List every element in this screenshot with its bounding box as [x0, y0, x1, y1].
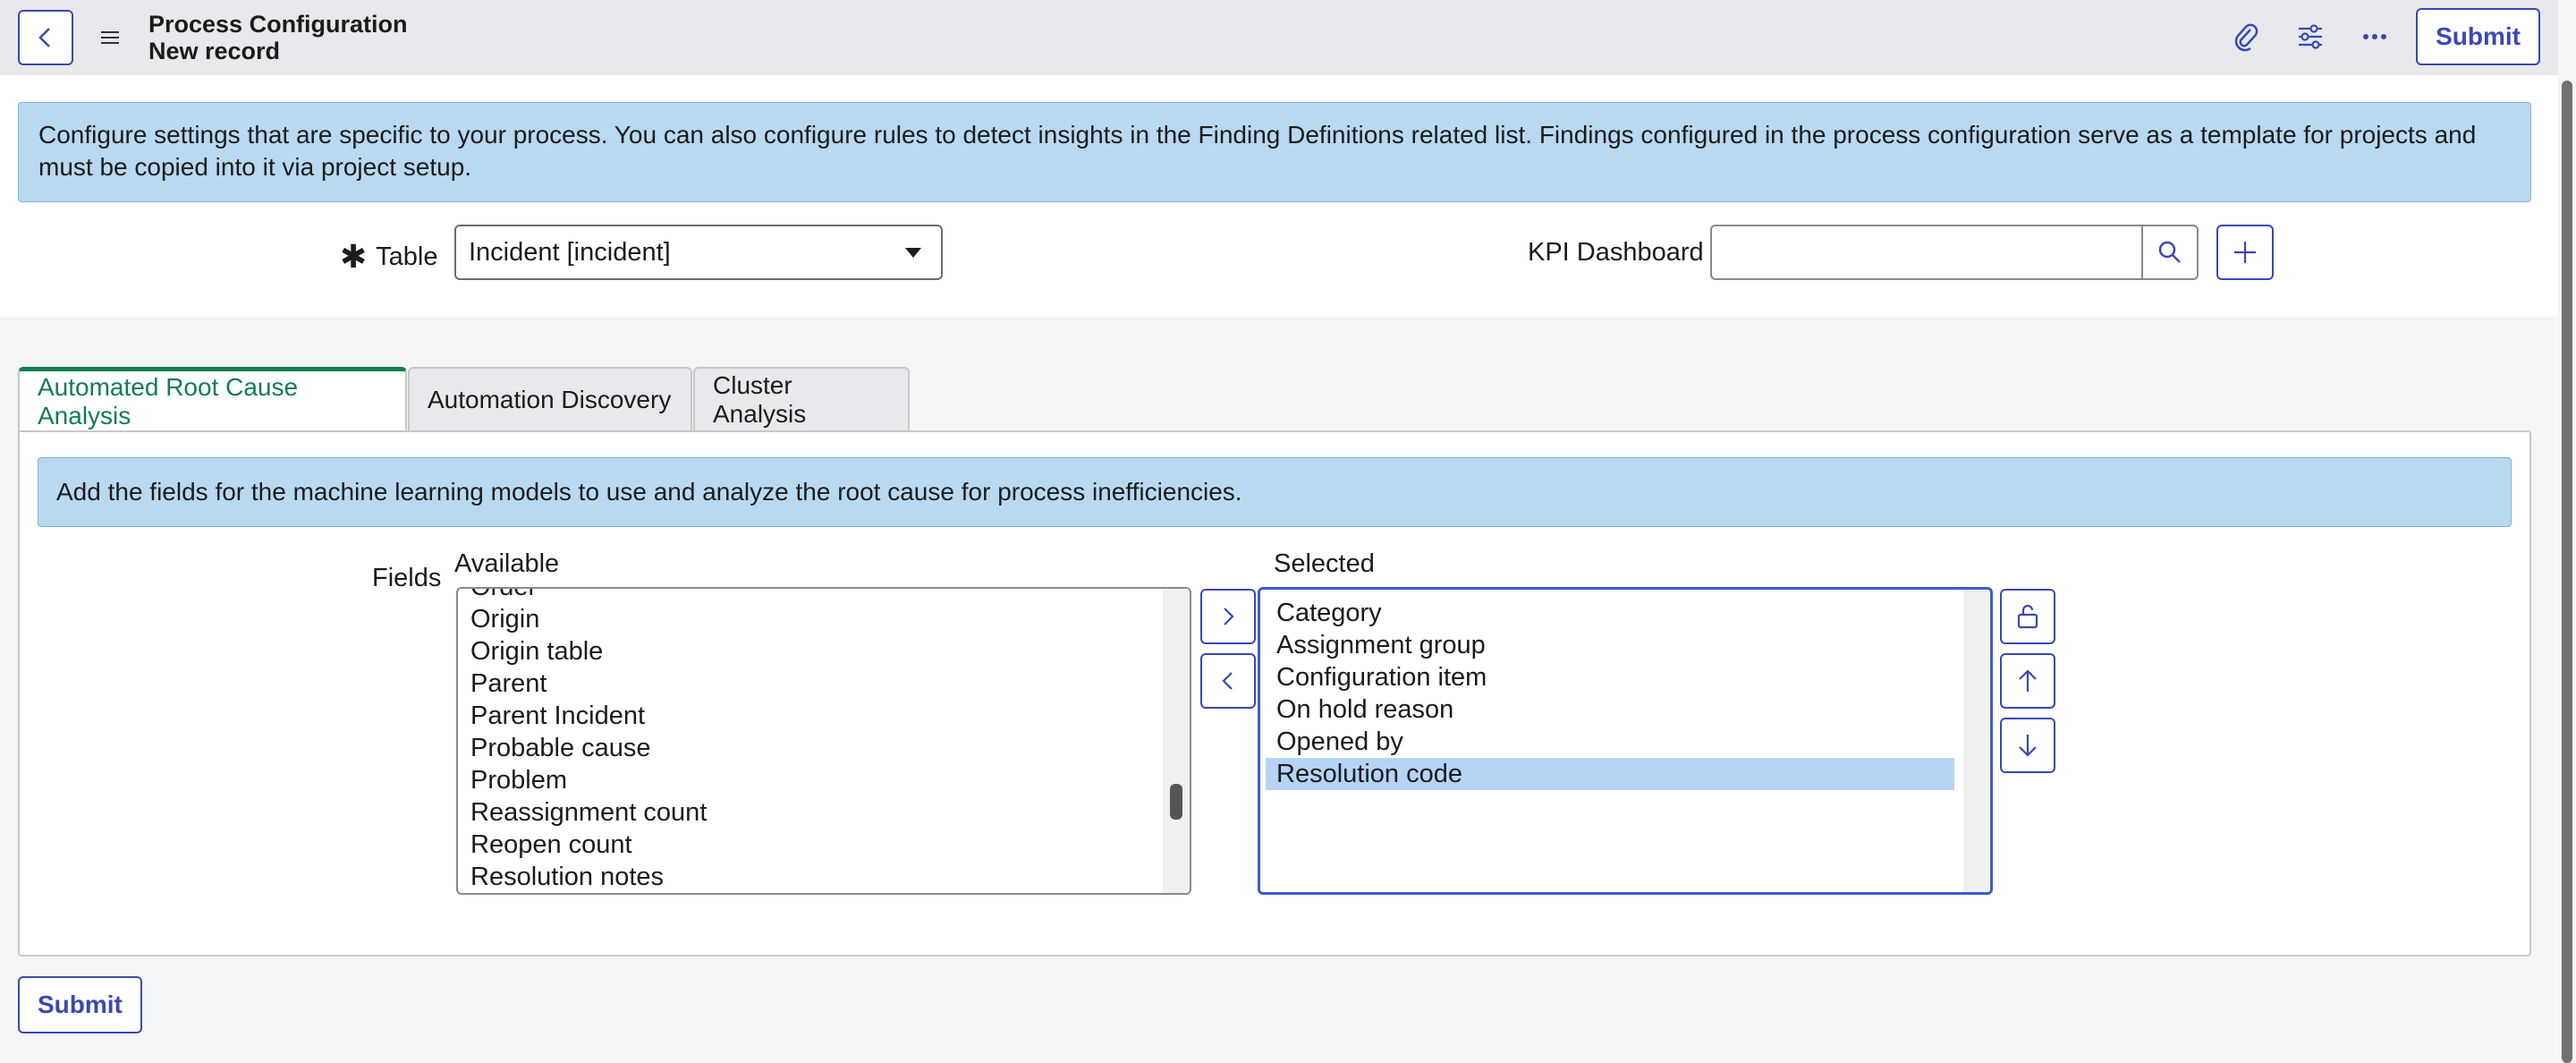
list-item[interactable]: Resolution notes: [460, 861, 1157, 893]
list-item[interactable]: Category: [1266, 597, 1954, 629]
move-up-button[interactable]: [2000, 653, 2055, 709]
list-item[interactable]: Reopen count: [460, 829, 1157, 861]
form-header: Process Configuration New record Submit: [0, 0, 2558, 75]
list-item[interactable]: Origin: [460, 603, 1157, 635]
list-item-selected[interactable]: Resolution code: [1266, 758, 1954, 790]
add-field-button[interactable]: [1200, 589, 1256, 644]
fields-label: Fields: [372, 564, 442, 592]
submit-button-bottom[interactable]: Submit: [18, 976, 142, 1033]
available-label: Available: [454, 549, 560, 578]
arrow-up-icon: [2016, 668, 2039, 694]
search-icon: [2157, 239, 2183, 266]
selected-scrollbar[interactable]: [1963, 590, 1990, 892]
unlock-icon: [2015, 603, 2040, 630]
list-item[interactable]: Configuration item: [1266, 661, 1954, 693]
settings-sliders-icon[interactable]: [2278, 7, 2343, 66]
page-title: Process Configuration: [148, 11, 408, 38]
tab-info-banner: Add the fields for the machine learning …: [38, 457, 2512, 527]
list-item[interactable]: Order: [460, 589, 1157, 603]
list-item[interactable]: Problem: [460, 764, 1157, 796]
plus-icon: [2232, 239, 2258, 266]
tab-cluster-analysis[interactable]: Cluster Analysis: [693, 367, 910, 431]
available-fields-list[interactable]: Order Origin Origin table Parent Parent …: [456, 587, 1191, 895]
available-scrollbar[interactable]: [1163, 589, 1190, 893]
available-list-content: Order Origin Origin table Parent Parent …: [460, 589, 1157, 893]
unlock-button[interactable]: [2000, 589, 2055, 644]
chevron-right-icon: [1219, 605, 1237, 628]
scrollbar-thumb[interactable]: [1170, 784, 1182, 820]
back-icon: [36, 26, 55, 49]
tab-automated-root-cause-analysis[interactable]: Automated Root Cause Analysis: [18, 367, 407, 431]
table-field-label: ✱ Table: [340, 238, 438, 276]
caret-down-icon: [905, 247, 921, 258]
list-item[interactable]: Parent Incident: [460, 700, 1157, 732]
remove-field-button[interactable]: [1200, 653, 1256, 709]
arrow-down-icon: [2016, 732, 2039, 759]
selected-label: Selected: [1274, 549, 1375, 578]
table-select-value: Incident [incident]: [469, 237, 671, 267]
page-scrollbar-thumb[interactable]: [2562, 81, 2572, 1063]
list-item[interactable]: Parent: [460, 668, 1157, 700]
table-select[interactable]: Incident [incident]: [454, 225, 943, 280]
menu-icon[interactable]: [97, 24, 123, 51]
page-subtitle: New record: [148, 38, 281, 64]
selected-fields-list[interactable]: Category Assignment group Configuration …: [1258, 587, 1993, 895]
attachment-icon[interactable]: [2214, 7, 2278, 66]
submit-button-top[interactable]: Submit: [2416, 8, 2540, 65]
list-item[interactable]: Reassignment count: [460, 796, 1157, 829]
tab-automation-discovery[interactable]: Automation Discovery: [408, 367, 692, 431]
list-item[interactable]: Probable cause: [460, 732, 1157, 764]
list-item[interactable]: Origin table: [460, 635, 1157, 668]
kpi-lookup-button[interactable]: [2141, 225, 2199, 280]
list-item[interactable]: Assignment group: [1266, 629, 1954, 661]
kpi-dashboard-input[interactable]: [1710, 225, 2143, 280]
selected-list-content: Category Assignment group Configuration …: [1266, 597, 1954, 790]
move-down-button[interactable]: [2000, 718, 2055, 773]
back-button[interactable]: [18, 10, 73, 65]
kpi-dashboard-label: KPI Dashboard: [1528, 238, 1704, 267]
table-label-text: Table: [376, 242, 438, 271]
list-item[interactable]: Opened by: [1266, 726, 1954, 758]
kpi-add-button[interactable]: [2216, 225, 2274, 280]
list-item[interactable]: On hold reason: [1266, 693, 1954, 726]
required-icon: ✱: [340, 238, 368, 275]
page-title-block: Process Configuration New record: [148, 11, 408, 64]
info-banner: Configure settings that are specific to …: [18, 102, 2531, 202]
more-icon[interactable]: [2343, 7, 2407, 66]
header-actions: Submit: [2214, 7, 2540, 66]
chevron-left-icon: [1219, 669, 1237, 693]
